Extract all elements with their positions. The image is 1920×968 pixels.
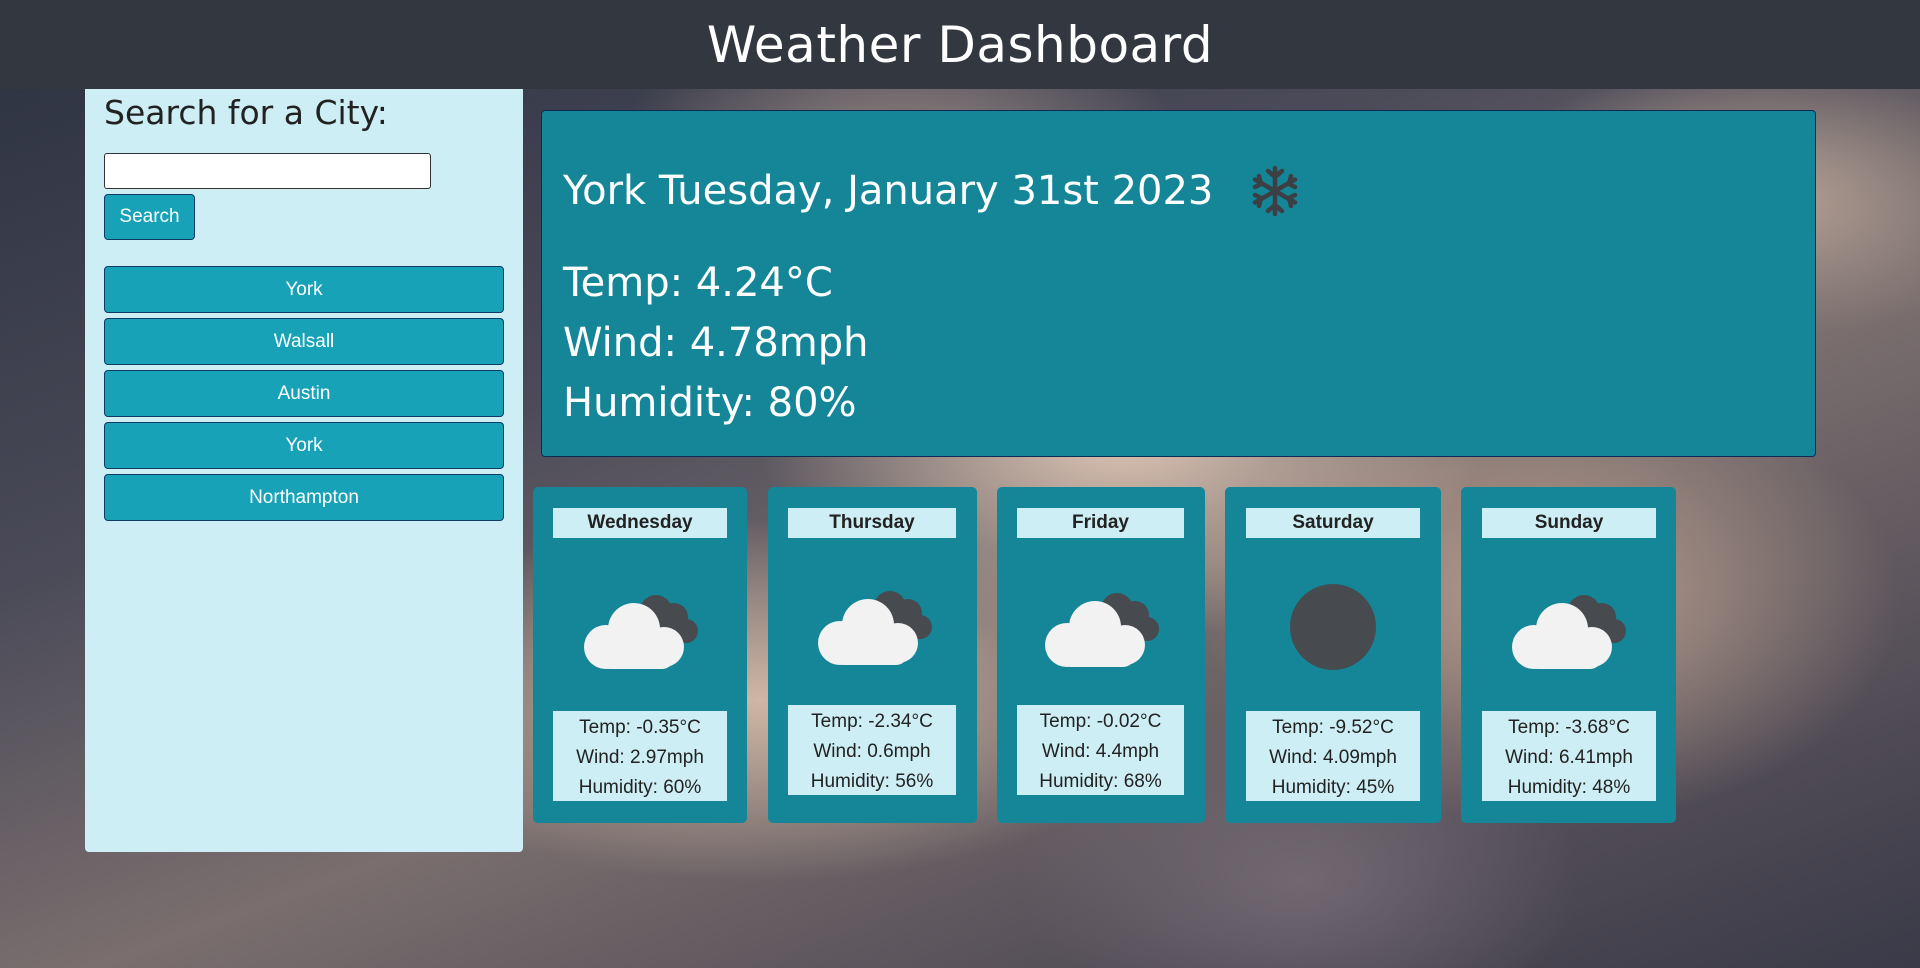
forecast-stats: Temp: -0.02°C Wind: 4.4mph Humidity: 68% [1017, 705, 1184, 795]
search-heading: Search for a City: [104, 93, 388, 132]
forecast-day: Friday [1017, 508, 1184, 538]
forecast-humidity: Humidity: 60% [578, 777, 702, 798]
forecast-temp: Temp: -0.35°C [579, 717, 701, 738]
cloudy-icon [1512, 595, 1626, 669]
forecast-temp: Temp: -0.02°C [1039, 711, 1162, 732]
forecast-day: Saturday [1246, 508, 1420, 538]
forecast-stats: Temp: -9.52°C Wind: 4.09mph Humidity: 45… [1246, 711, 1420, 801]
forecast-day: Wednesday [553, 508, 727, 538]
forecast-card: Saturday Temp: -9.52°C Wind: 4.09mph Hum… [1225, 487, 1441, 823]
forecast-stats: Temp: -3.68°C Wind: 6.41mph Humidity: 48… [1482, 711, 1656, 801]
history-city-button[interactable]: York [104, 266, 504, 313]
forecast-card: Friday Temp: -0.02°C Wind: 4.4mph Humidi… [997, 487, 1205, 823]
history-city-button[interactable]: Austin [104, 370, 504, 417]
history-city-button[interactable]: Walsall [104, 318, 504, 365]
snowflake-icon [1253, 165, 1298, 217]
current-stats: Temp: 4.24°C Wind: 4.78mph Humidity: 80% [563, 253, 1815, 433]
current-weather-panel: York Tuesday, January 31st 2023 Temp: 4.… [541, 110, 1816, 457]
cloudy-icon [584, 595, 698, 669]
forecast-humidity: Humidity: 48% [1507, 777, 1631, 798]
forecast-temp: Temp: -3.68°C [1508, 717, 1630, 738]
search-button[interactable]: Search [104, 194, 195, 240]
forecast-stats: Temp: -0.35°C Wind: 2.97mph Humidity: 60… [553, 711, 727, 801]
current-wind: Wind: 4.78mph [563, 320, 869, 366]
forecast-day: Sunday [1482, 508, 1656, 538]
page-title: Weather Dashboard [706, 15, 1214, 74]
forecast-temp: Temp: -9.52°C [1272, 717, 1394, 738]
clear-night-icon [1290, 584, 1376, 670]
forecast-wind: Wind: 0.6mph [813, 741, 931, 762]
forecast-card: Thursday Temp: -2.34°C Wind: 0.6mph Humi… [768, 487, 977, 823]
forecast-wind: Wind: 4.4mph [1041, 741, 1160, 762]
cloudy-icon [1045, 593, 1159, 667]
current-title-row: York Tuesday, January 31st 2023 [563, 163, 1815, 219]
city-search-input[interactable] [104, 153, 431, 189]
current-humidity: Humidity: 80% [563, 380, 857, 426]
forecast-wind: Wind: 6.41mph [1505, 747, 1633, 768]
forecast-card: Wednesday Temp: -0.35°C Wind: 2.97mph Hu… [533, 487, 747, 823]
history-city-button[interactable]: Northampton [104, 474, 504, 521]
forecast-temp: Temp: -2.34°C [811, 711, 933, 732]
search-history-list: York Walsall Austin York Northampton [104, 266, 504, 521]
current-temp: Temp: 4.24°C [563, 260, 833, 306]
forecast-wind: Wind: 2.97mph [576, 747, 704, 768]
forecast-day: Thursday [788, 508, 956, 538]
forecast-humidity: Humidity: 68% [1039, 771, 1162, 792]
forecast-wind: Wind: 4.09mph [1269, 747, 1397, 768]
forecast-humidity: Humidity: 45% [1271, 777, 1395, 798]
search-sidebar: Search for a City: Search York Walsall A… [85, 89, 523, 852]
cloudy-icon [818, 591, 932, 665]
forecast-humidity: Humidity: 56% [810, 771, 934, 792]
header-bar: Weather Dashboard [0, 0, 1920, 89]
history-city-button[interactable]: York [104, 422, 504, 469]
forecast-card: Sunday Temp: -3.68°C Wind: 6.41mph Humid… [1461, 487, 1676, 823]
forecast-stats: Temp: -2.34°C Wind: 0.6mph Humidity: 56% [788, 705, 956, 795]
current-city-date: York Tuesday, January 31st 2023 [563, 168, 1214, 214]
